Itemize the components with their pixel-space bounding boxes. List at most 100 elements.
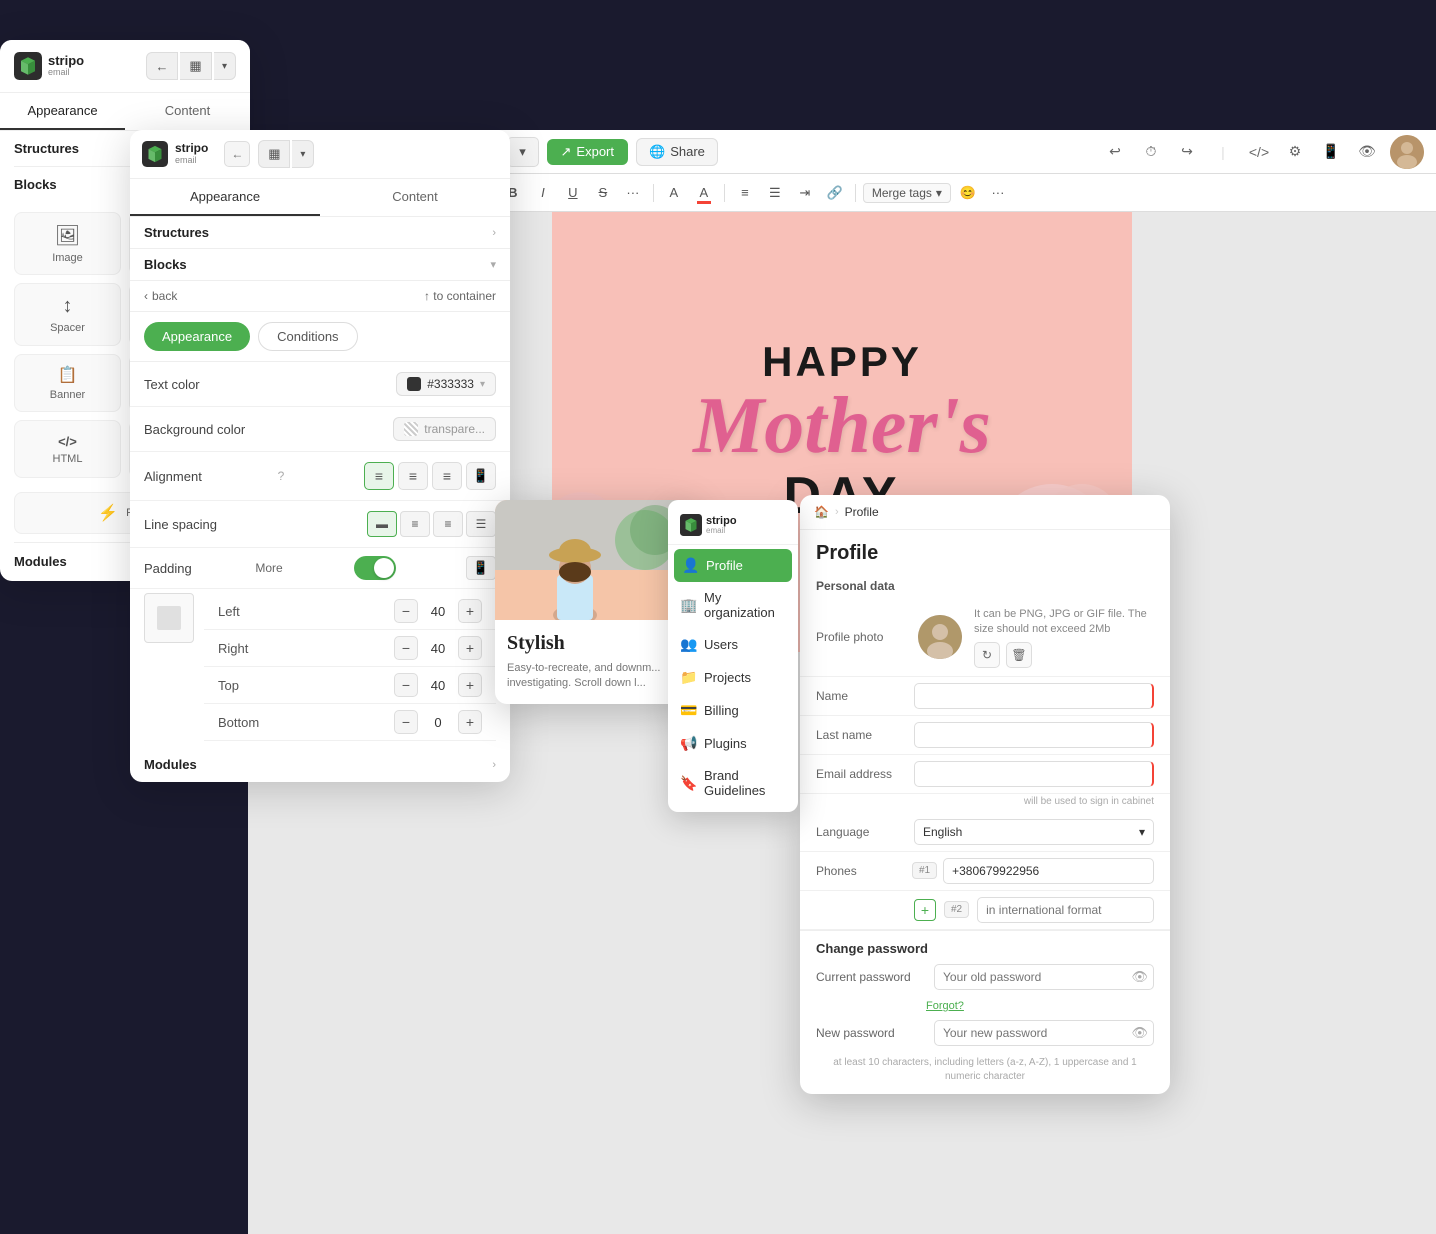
block-banner[interactable]: 📋 Banner [14, 354, 121, 412]
nav-plugins[interactable]: 📢 Plugins [668, 727, 798, 760]
indent-btn[interactable]: ⇥ [792, 180, 818, 206]
bg-color-label: Background color [144, 422, 245, 437]
more-text-btn[interactable]: ··· [620, 180, 646, 206]
padding-right-row: Right − 40 + [204, 630, 496, 667]
list-btn[interactable]: ☰ [762, 180, 788, 206]
settings-btn[interactable]: ⚙ [1280, 137, 1310, 167]
phone-2-input[interactable] [977, 897, 1154, 923]
appearance-button[interactable]: Appearance [144, 322, 250, 351]
back-link[interactable]: ‹ back [144, 289, 177, 303]
language-select[interactable]: English ▾ [914, 819, 1154, 845]
align-center-btn[interactable]: ≡ [398, 462, 428, 490]
share-button[interactable]: 🌐 Share [636, 138, 718, 166]
nav-brand-guidelines[interactable]: 🔖 Brand Guidelines [668, 760, 798, 806]
padding-toggle[interactable] [354, 556, 396, 580]
current-password-input[interactable] [934, 964, 1154, 990]
tab-content-w2[interactable]: Content [320, 179, 510, 216]
left-decrease[interactable]: − [394, 599, 418, 623]
block-image[interactable]: 🖼 Image [14, 212, 121, 275]
structures-chevron: › [492, 227, 496, 239]
new-password-eye[interactable]: 👁 [1131, 1025, 1148, 1041]
last-name-input[interactable] [914, 722, 1154, 748]
italic-btn[interactable]: I [530, 180, 556, 206]
w2-layout-btn[interactable]: ▦ [258, 140, 290, 168]
more-tools-btn[interactable]: ··· [985, 180, 1011, 206]
nav-billing[interactable]: 💳 Billing [668, 694, 798, 727]
user-avatar[interactable] [1390, 135, 1424, 169]
font-color-btn[interactable]: A [661, 180, 687, 206]
w2-structures[interactable]: Structures › [130, 217, 510, 249]
ls-btn-1[interactable]: ▬ [367, 511, 397, 537]
w2-back-button[interactable]: ← [224, 141, 250, 167]
photo-refresh-btn[interactable]: ↻ [974, 642, 1000, 668]
padding-mobile-btn[interactable]: 📱 [466, 556, 496, 580]
strikethrough-btn[interactable]: S [590, 180, 616, 206]
fmt-divider-4 [653, 184, 654, 202]
right-decrease[interactable]: − [394, 636, 418, 660]
bottom-label: Bottom [218, 715, 278, 730]
align-left-btn[interactable]: ≡ [364, 462, 394, 490]
photo-delete-btn[interactable]: 🗑 [1006, 642, 1032, 668]
tab-content-w1[interactable]: Content [125, 93, 250, 130]
left-increase[interactable]: + [458, 599, 482, 623]
tab-appearance-w2[interactable]: Appearance [130, 179, 320, 216]
forgot-link[interactable]: Forgot? [926, 1000, 964, 1012]
font-bg-btn[interactable]: A [691, 180, 717, 206]
tab-appearance-w1[interactable]: Appearance [0, 93, 125, 130]
nav-my-organization[interactable]: 🏢 My organization [668, 582, 798, 628]
nav-org-label: My organization [704, 590, 786, 620]
up-arrow: ↑ [424, 289, 430, 303]
phones-row-1: Phones #1 [800, 852, 1170, 891]
nav-menu: stripo email 👤 Profile 🏢 My organization… [668, 500, 798, 812]
emoji-btn[interactable]: 😊 [955, 180, 981, 206]
merge-tags-select[interactable]: Merge tags ▾ [863, 183, 951, 203]
top-increase[interactable]: + [458, 673, 482, 697]
w2-caret-btn[interactable]: ▾ [292, 140, 314, 168]
history-btn[interactable]: ⏱ [1136, 137, 1166, 167]
preview-btn[interactable]: 👁 [1352, 137, 1382, 167]
current-password-eye[interactable]: 👁 [1131, 969, 1148, 985]
export-button[interactable]: ↗ Export [547, 139, 628, 165]
ls-btn-2[interactable]: ≡ [400, 511, 430, 537]
padding-inputs: Left − 40 + Right − 40 + Top [204, 593, 496, 741]
back-button[interactable]: ← [146, 52, 178, 80]
add-phone-button[interactable]: + [914, 899, 936, 921]
bottom-decrease[interactable]: − [394, 710, 418, 734]
dropdown-button[interactable]: ▾ [214, 52, 236, 80]
blocks-title: Blocks [14, 177, 57, 192]
ls-btn-4[interactable]: ☰ [466, 511, 496, 537]
ls-btn-3[interactable]: ≡ [433, 511, 463, 537]
align-mobile-btn[interactable]: 📱 [466, 462, 496, 490]
new-password-input[interactable] [934, 1020, 1154, 1046]
w2-modules-section[interactable]: Modules › [130, 747, 510, 782]
right-increase[interactable]: + [458, 636, 482, 660]
phone-1-input[interactable] [943, 858, 1154, 884]
nav-users[interactable]: 👥 Users [668, 628, 798, 661]
conditions-button[interactable]: Conditions [258, 322, 357, 351]
name-input[interactable] [914, 683, 1154, 709]
layout-button[interactable]: ▦ [180, 52, 212, 80]
code-btn[interactable]: </> [1244, 137, 1274, 167]
mobile-btn[interactable]: 📱 [1316, 137, 1346, 167]
email-input[interactable] [914, 761, 1154, 787]
nav-email-text: email [706, 527, 737, 536]
align-right-btn[interactable]: ≡ [432, 462, 462, 490]
undo-btn[interactable]: ↩ [1100, 137, 1130, 167]
bg-color-picker[interactable]: transpare... [393, 417, 496, 441]
block-html[interactable]: </> HTML [14, 420, 121, 478]
text-color-picker[interactable]: #333333 ▾ [396, 372, 496, 396]
to-container-link[interactable]: ↑ to container [424, 289, 496, 303]
bottom-increase[interactable]: + [458, 710, 482, 734]
align-btn[interactable]: ≡ [732, 180, 758, 206]
link-btn[interactable]: 🔗 [822, 180, 848, 206]
nav-logo-icon [680, 514, 702, 536]
nav-projects[interactable]: 📁 Projects [668, 661, 798, 694]
nav-profile[interactable]: 👤 Profile [674, 549, 792, 582]
upload-caret-btn[interactable]: ▾ [507, 137, 539, 167]
w2-blocks[interactable]: Blocks ▾ [130, 249, 510, 281]
underline-btn[interactable]: U [560, 180, 586, 206]
alignment-row: Alignment ? ≡ ≡ ≡ 📱 [130, 452, 510, 501]
block-spacer[interactable]: ↕ Spacer [14, 283, 121, 346]
top-decrease[interactable]: − [394, 673, 418, 697]
redo-btn[interactable]: ↪ [1172, 137, 1202, 167]
